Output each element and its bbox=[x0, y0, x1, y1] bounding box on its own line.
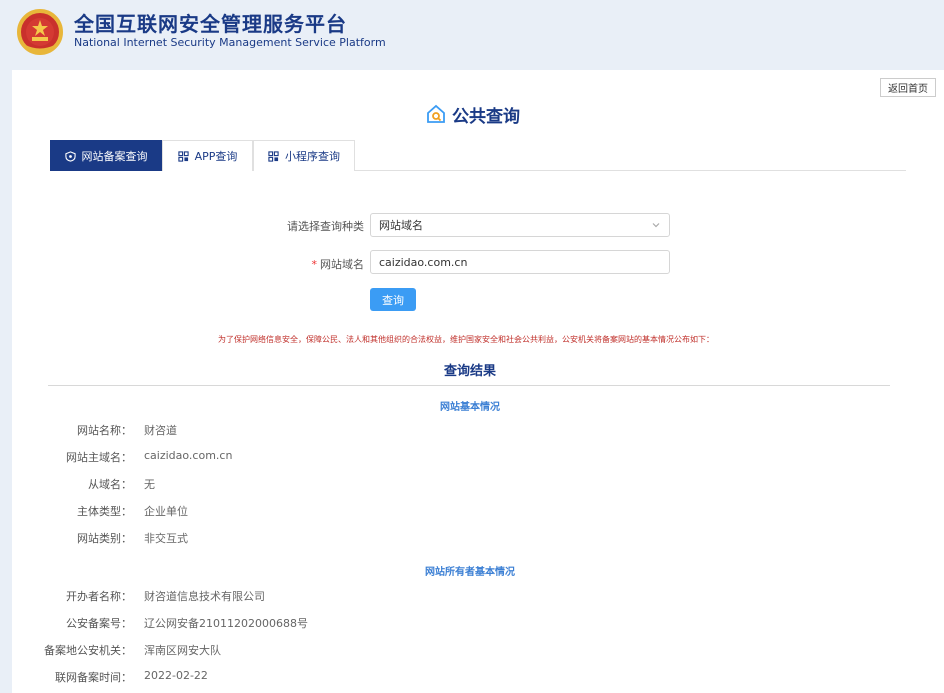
required-mark: * bbox=[311, 258, 318, 271]
page-title: 公共查询 bbox=[452, 106, 520, 127]
info-label: 从域名： bbox=[88, 478, 132, 491]
search-button[interactable]: 查询 bbox=[370, 288, 416, 311]
notice-text: 为了保护网络信息安全，保障公民、法人和其他组织的合法权益，维护国家安全和社会公共… bbox=[218, 335, 714, 344]
shield-icon bbox=[64, 150, 76, 162]
back-home-button[interactable]: 返回首页 bbox=[880, 78, 936, 97]
domain-label-group: * 网站域名 bbox=[248, 256, 365, 272]
info-label: 网站主域名： bbox=[66, 451, 132, 464]
info-value: 浑南区网安大队 bbox=[144, 644, 221, 657]
info-label: 公安备案号： bbox=[66, 617, 132, 630]
info-label: 网站类别： bbox=[77, 532, 132, 545]
basic-info-title: 网站基本情况 bbox=[440, 402, 500, 413]
info-value: caizidao.com.cn bbox=[144, 449, 233, 462]
owner-info-title: 网站所有者基本情况 bbox=[425, 567, 515, 578]
info-value: 财咨道信息技术有限公司 bbox=[144, 590, 265, 603]
info-label: 网站名称： bbox=[77, 424, 132, 437]
info-value: 非交互式 bbox=[144, 532, 188, 545]
info-label: 备案地公安机关： bbox=[44, 644, 132, 657]
site-header: 全国互联网安全管理服务平台 National Internet Security… bbox=[0, 0, 944, 70]
site-title: 全国互联网安全管理服务平台 bbox=[74, 12, 347, 36]
grid-icon bbox=[268, 150, 279, 162]
info-label: 联网备案时间： bbox=[55, 671, 132, 684]
info-value: 无 bbox=[144, 478, 155, 491]
query-type-value: 网站域名 bbox=[379, 219, 423, 232]
grid-icon bbox=[177, 150, 189, 162]
national-emblem-icon bbox=[17, 9, 63, 55]
page-title-group: 公共查询 bbox=[426, 102, 520, 127]
house-search-icon bbox=[427, 104, 445, 123]
chevron-down-icon bbox=[652, 223, 660, 228]
query-type-label: 请选择查询种类 bbox=[287, 220, 364, 233]
info-value: 企业单位 bbox=[144, 505, 188, 518]
tab-label: 网站备案查询 bbox=[81, 150, 148, 163]
results-title: 查询结果 bbox=[443, 364, 496, 379]
info-value: 2022-02-22 bbox=[144, 669, 208, 682]
domain-label: 网站域名 bbox=[320, 258, 364, 271]
tab-mini-program[interactable]: 小程序查询 bbox=[253, 140, 355, 171]
domain-input[interactable]: caizidao.com.cn bbox=[370, 250, 670, 274]
info-value: 财咨道 bbox=[144, 424, 177, 437]
tab-label: 小程序查询 bbox=[285, 150, 340, 163]
tab-label: APP查询 bbox=[194, 150, 238, 163]
info-label: 开办者名称： bbox=[66, 590, 132, 603]
info-label: 主体类型： bbox=[77, 505, 132, 518]
tab-app[interactable]: APP查询 bbox=[162, 140, 253, 171]
site-subtitle: National Internet Security Management Se… bbox=[74, 36, 386, 49]
query-tabs: 网站备案查询 APP查询 小程序查询 bbox=[50, 140, 906, 171]
query-type-select[interactable]: 网站域名 bbox=[370, 213, 670, 237]
results-divider bbox=[48, 385, 890, 386]
tab-website-filing[interactable]: 网站备案查询 bbox=[50, 140, 162, 171]
main-panel: 返回首页 公共查询 网站备案查询 APP查询 小程序查询 请选择查询种类 网站域… bbox=[12, 70, 944, 693]
info-value: 辽公网安备21011202000688号 bbox=[144, 617, 308, 630]
